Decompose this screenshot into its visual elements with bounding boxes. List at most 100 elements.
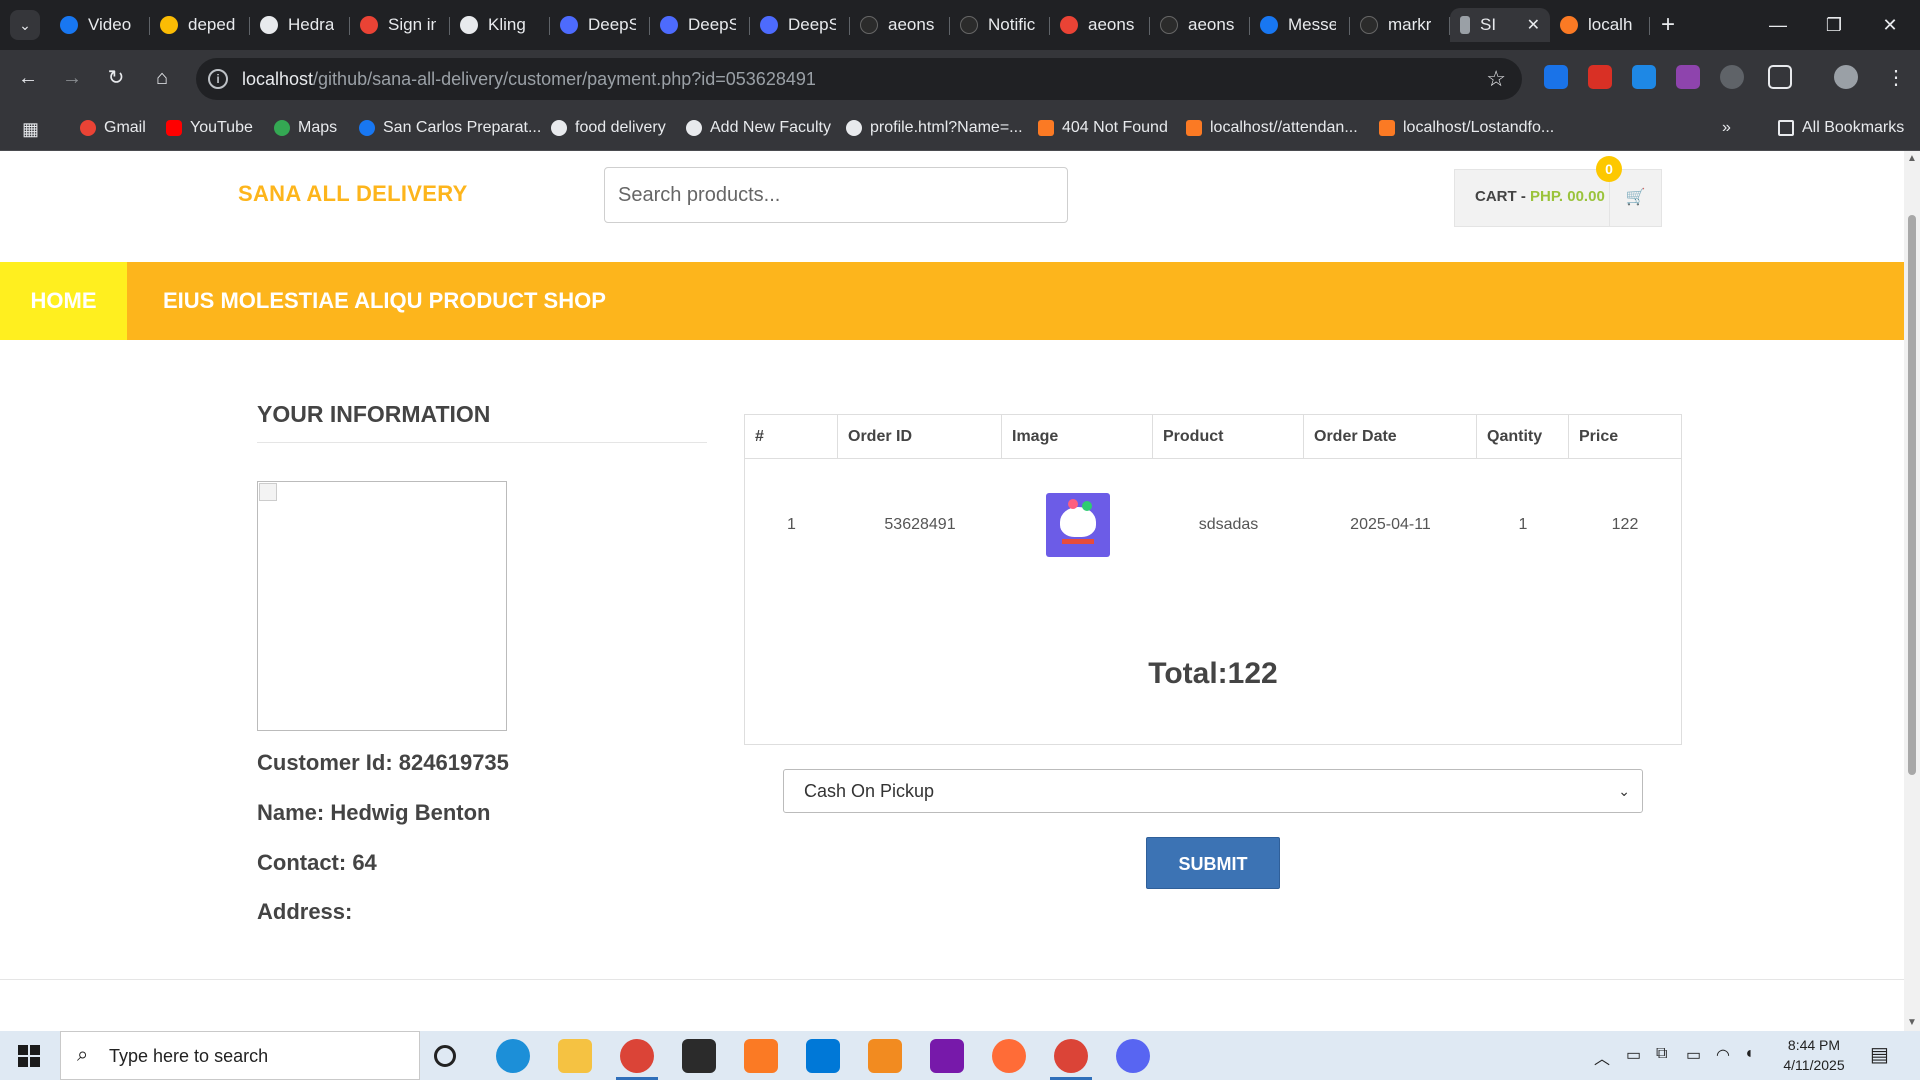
meet-now-icon[interactable]: ▭ [1626,1045,1641,1065]
reload-button[interactable]: ↻ [100,62,132,94]
browser-tab[interactable]: aeons [1150,8,1250,42]
browser-tab[interactable]: Video [50,8,150,42]
windows-start-icon[interactable] [18,1045,40,1067]
globe-icon [846,120,862,136]
deepseek-icon [660,16,678,34]
bookmark-gmail[interactable]: Gmail [80,119,146,137]
site-logo[interactable]: SANA ALL DELIVERY [238,181,468,207]
xampp-icon [1379,120,1395,136]
google-icon [360,16,378,34]
bookmark-404[interactable]: 404 Not Found [1038,119,1168,137]
nav-home[interactable]: HOME [0,262,127,340]
file-explorer-icon[interactable] [558,1039,592,1073]
browser-tab[interactable]: Hedra [250,8,350,42]
minimize-button[interactable]: — [1750,0,1806,50]
apps-icon[interactable]: ▦ [22,119,39,140]
restore-button[interactable]: ❐ [1806,0,1862,50]
customer-contact: Contact: 64 [257,850,377,875]
globe-icon [551,120,567,136]
product-search-input[interactable] [604,167,1068,223]
postman-icon[interactable] [992,1039,1026,1073]
submit-order-button[interactable]: SUBMIT ORDER [1146,837,1280,926]
taskbar-search[interactable]: ⌕ Type here to search [60,1031,420,1080]
browser-tab[interactable]: Notific [950,8,1050,42]
extension-icon[interactable] [1544,65,1568,89]
sticky-notes-icon[interactable] [682,1039,716,1073]
bookmark-maps[interactable]: Maps [274,119,337,137]
profile-avatar-icon[interactable] [1834,65,1858,89]
edge-icon[interactable] [496,1039,530,1073]
browser-tab[interactable]: DeepS [750,8,850,42]
wifi-icon[interactable]: ◠ [1716,1045,1730,1065]
notification-icon[interactable]: ▤ [1870,1042,1889,1067]
page-scrollbar[interactable]: ▲ ▼ [1904,151,1920,1031]
bookmark-san-carlos[interactable]: San Carlos Preparat... [359,119,541,137]
bookmark-food-delivery[interactable]: food delivery [551,119,666,137]
bookmark-profile[interactable]: profile.html?Name=... [846,119,1023,137]
divider [0,979,1904,980]
site-info-icon[interactable]: i [208,69,228,89]
all-bookmarks[interactable]: All Bookmarks [1778,119,1904,137]
browser-tab[interactable]: aeons [1050,8,1150,42]
customer-photo [257,481,507,731]
address-bar[interactable]: i localhost/github/sana-all-delivery/cus… [196,58,1522,100]
home-button[interactable]: ⌂ [146,62,178,94]
xampp-icon[interactable] [744,1039,778,1073]
browser-tab[interactable]: localh [1550,8,1650,42]
chrome-icon[interactable] [620,1039,654,1073]
scroll-up-icon[interactable]: ▲ [1907,153,1917,164]
volume-icon[interactable]: ◖ [1744,1045,1754,1063]
divider [257,442,707,443]
bookmark-youtube[interactable]: YouTube [166,119,253,137]
battery-icon[interactable]: ▭ [1686,1045,1701,1065]
payment-method-select[interactable]: Cash On Pickup ⌄ [783,769,1643,813]
display-icon[interactable]: ⧉ [1656,1045,1667,1063]
youtube-icon [166,120,182,136]
forward-button[interactable]: → [56,62,88,94]
discord-icon[interactable] [1116,1039,1150,1073]
scrollbar-thumb[interactable] [1908,215,1916,775]
new-tab-button[interactable]: + [1650,8,1686,42]
browser-tab[interactable]: deped [150,8,250,42]
sublime-text-icon[interactable] [868,1039,902,1073]
browser-tab[interactable]: Sign in [350,8,450,42]
onenote-icon[interactable] [930,1039,964,1073]
scroll-down-icon[interactable]: ▼ [1907,1017,1917,1028]
close-window-button[interactable]: ✕ [1862,0,1918,50]
browser-tab[interactable]: Messe [1250,8,1350,42]
column-header: Image [1002,415,1153,459]
close-tab-icon[interactable]: ✕ [1527,15,1540,35]
bookmark-add-faculty[interactable]: Add New Faculty [686,119,831,137]
vscode-icon[interactable] [806,1039,840,1073]
browser-tab[interactable]: Kling [450,8,550,42]
browser-tab-active[interactable]: SI ✕ [1450,8,1550,42]
more-bookmarks-icon[interactable]: » [1722,119,1731,137]
chatgpt-icon[interactable] [1720,65,1744,89]
url-text: localhost/github/sana-all-delivery/custo… [242,69,816,89]
bookmark-star-icon[interactable]: ☆ [1486,66,1506,92]
acrobat-icon[interactable] [1588,65,1612,89]
browser-tab[interactable]: markr [1350,8,1450,42]
bookmark-attendance[interactable]: localhost//attendan... [1186,119,1358,137]
browser-tab[interactable]: aeons [850,8,950,42]
github-icon [960,16,978,34]
back-button[interactable]: ← [12,62,44,94]
facebook-icon [60,16,78,34]
extension-icon[interactable] [1676,65,1700,89]
bookmark-lostandfound[interactable]: localhost/Lostandfo... [1379,119,1554,137]
browser-tab[interactable]: DeepS [550,8,650,42]
order-date: 2025-04-11 [1350,516,1431,533]
page-icon [1460,16,1470,34]
cortana-icon[interactable] [434,1045,456,1067]
browser-tab[interactable]: DeepS [650,8,750,42]
clock-date: 4/11/2025 [1783,1057,1845,1073]
chrome-profile-icon[interactable] [1054,1039,1088,1073]
taskbar-clock[interactable]: 8:44 PM 4/11/2025 [1768,1035,1860,1075]
tab-search-button[interactable]: ⌄ [10,10,40,40]
extension-icon[interactable] [1632,65,1656,89]
puzzle-icon[interactable] [1768,65,1792,89]
tray-chevron-icon[interactable]: ︿ [1594,1045,1610,1069]
menu-icon[interactable]: ⋮ [1880,62,1912,94]
nav-shop[interactable]: EIUS MOLESTIAE ALIQU PRODUCT SHOP [163,262,606,340]
cart-widget[interactable]: CART - PHP. 00.00 🛒 [1454,169,1662,227]
